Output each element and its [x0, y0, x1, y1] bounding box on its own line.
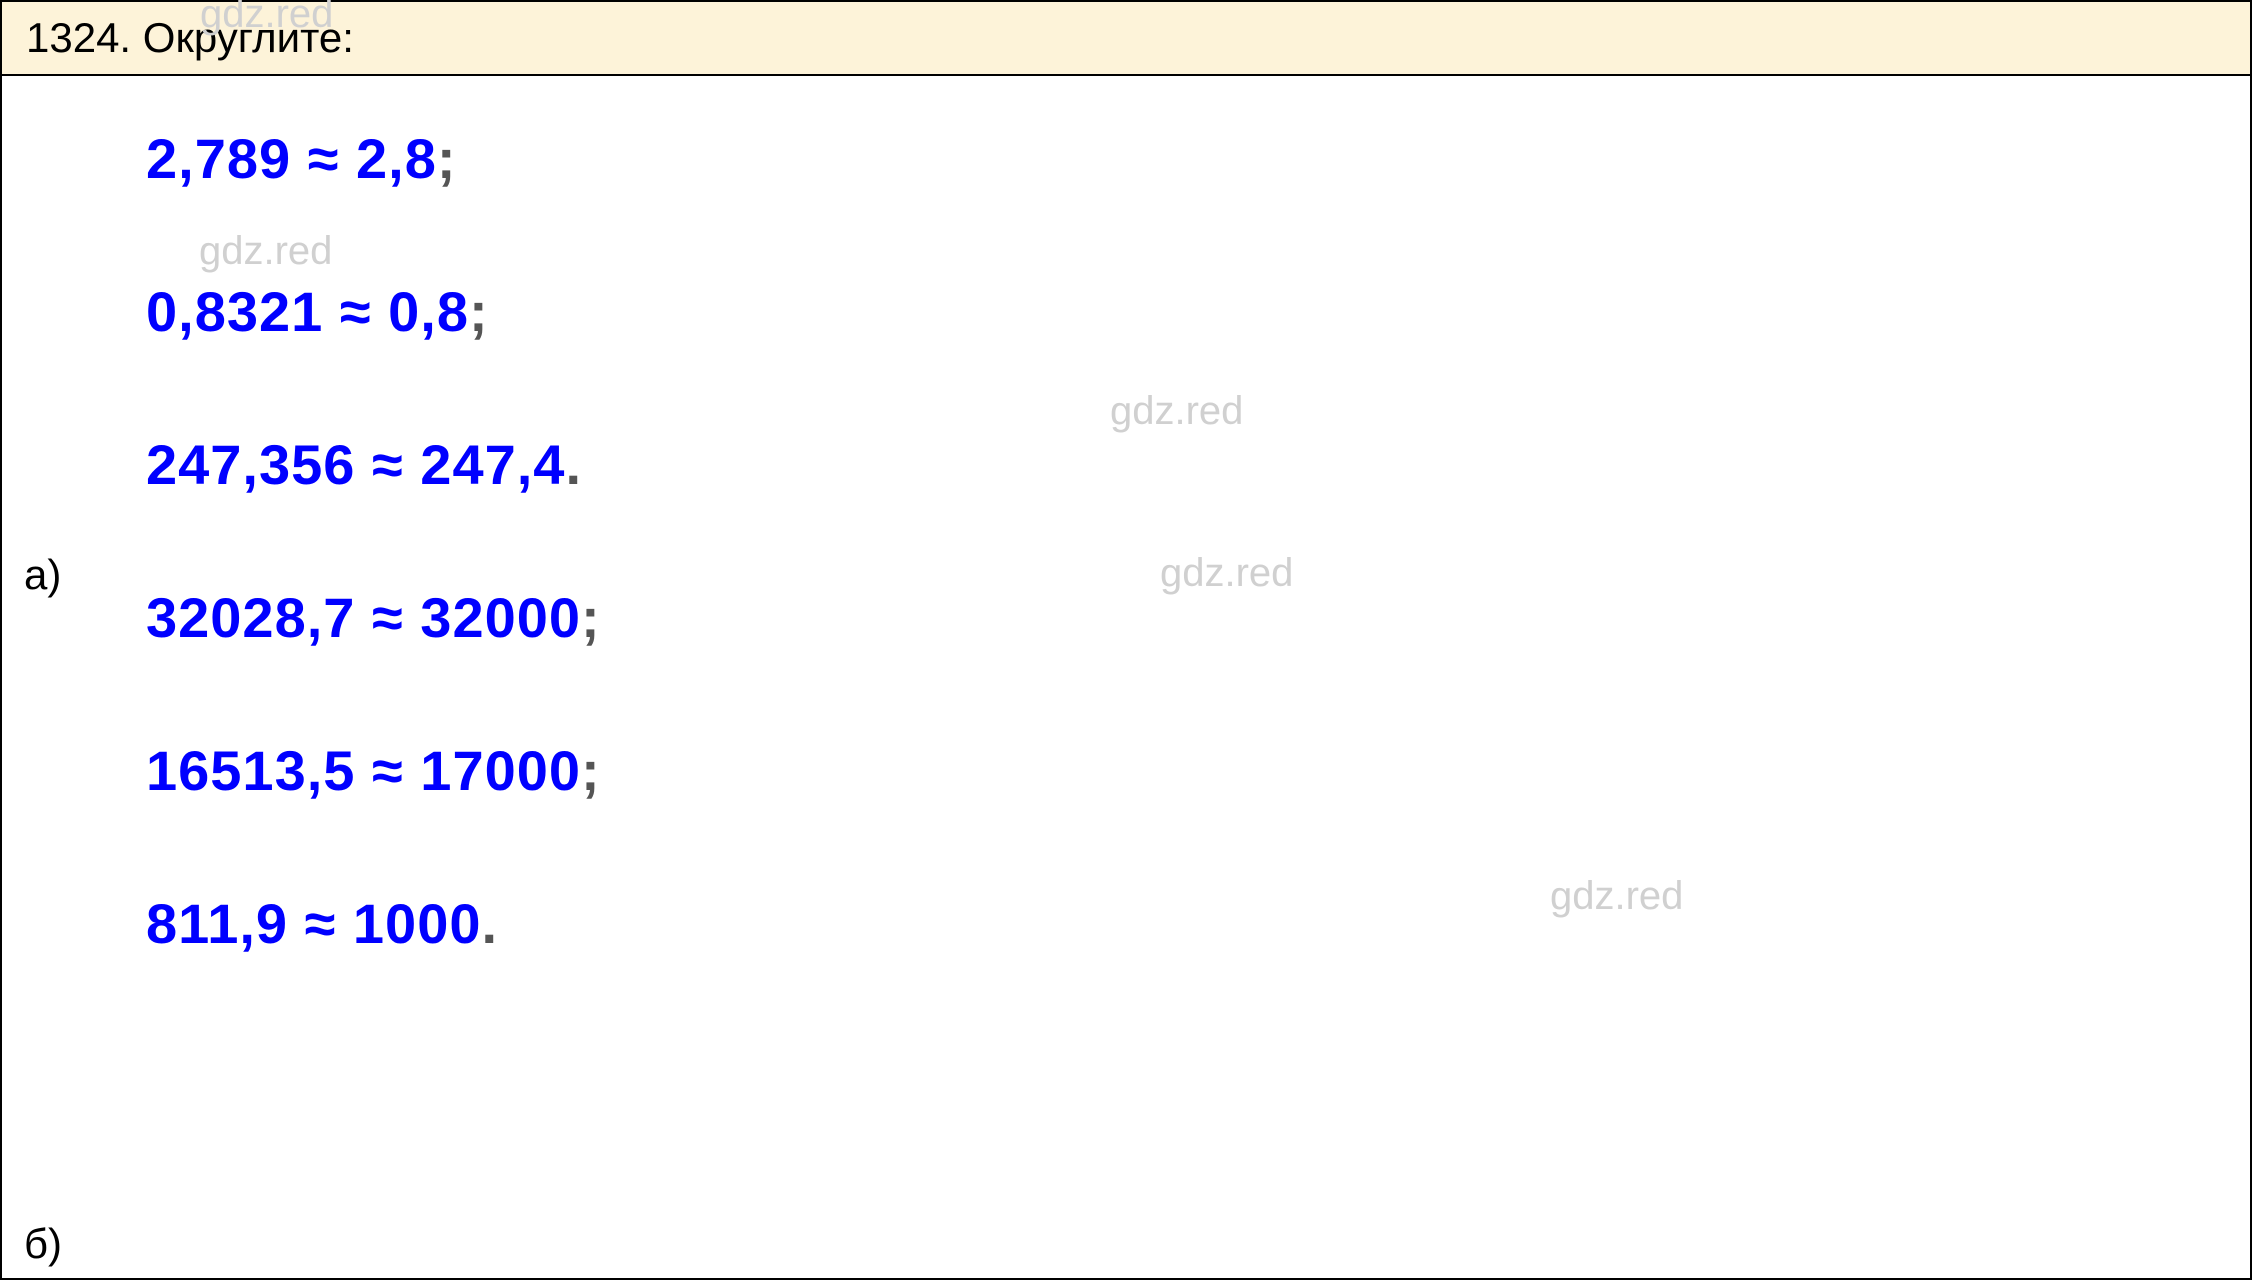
solution-content: gdz.red gdz.red gdz.red gdz.red а) б) 2,… — [0, 74, 2252, 1280]
solution-row: 32028,7 ≈ 32000; — [146, 585, 2226, 650]
result-value: 32000 — [420, 586, 581, 649]
punctuation: . — [565, 433, 582, 496]
punctuation: . — [481, 892, 498, 955]
punctuation: ; — [437, 127, 457, 190]
problem-header: 1324. Округлите: gdz.red — [0, 0, 2252, 74]
punctuation: ; — [581, 586, 601, 649]
source-value: 247,356 — [146, 433, 355, 496]
result-value: 2,8 — [356, 127, 437, 190]
problem-instruction: Округлите: — [143, 14, 354, 61]
result-value: 0,8 — [388, 280, 469, 343]
source-value: 16513,5 — [146, 739, 355, 802]
approx-symbol: ≈ — [305, 892, 337, 955]
solution-row: 811,9 ≈ 1000. — [146, 891, 2226, 956]
punctuation: ; — [469, 280, 489, 343]
source-value: 2,789 — [146, 127, 291, 190]
approx-symbol: ≈ — [372, 433, 404, 496]
source-value: 0,8321 — [146, 280, 323, 343]
solution-row: 0,8321 ≈ 0,8; — [146, 279, 2226, 344]
watermark-text: gdz.red — [1110, 389, 1243, 434]
approx-symbol: ≈ — [372, 586, 404, 649]
solution-row: 2,789 ≈ 2,8; — [146, 126, 2226, 191]
source-value: 811,9 — [146, 892, 288, 955]
approx-symbol: ≈ — [372, 739, 404, 802]
result-value: 17000 — [420, 739, 581, 802]
source-value: 32028,7 — [146, 586, 355, 649]
solution-row: 16513,5 ≈ 17000; — [146, 738, 2226, 803]
punctuation: ; — [581, 739, 601, 802]
result-value: 247,4 — [420, 433, 565, 496]
problem-number: 1324. — [26, 14, 131, 61]
approx-symbol: ≈ — [340, 280, 372, 343]
problem-title: 1324. Округлите: — [26, 14, 354, 61]
result-value: 1000 — [353, 892, 482, 955]
watermark-text: gdz.red — [199, 229, 332, 274]
solution-row: 247,356 ≈ 247,4. — [146, 432, 2226, 497]
approx-symbol: ≈ — [308, 127, 340, 190]
part-b-label: б) — [24, 1220, 62, 1268]
part-a-label: а) — [24, 551, 61, 599]
